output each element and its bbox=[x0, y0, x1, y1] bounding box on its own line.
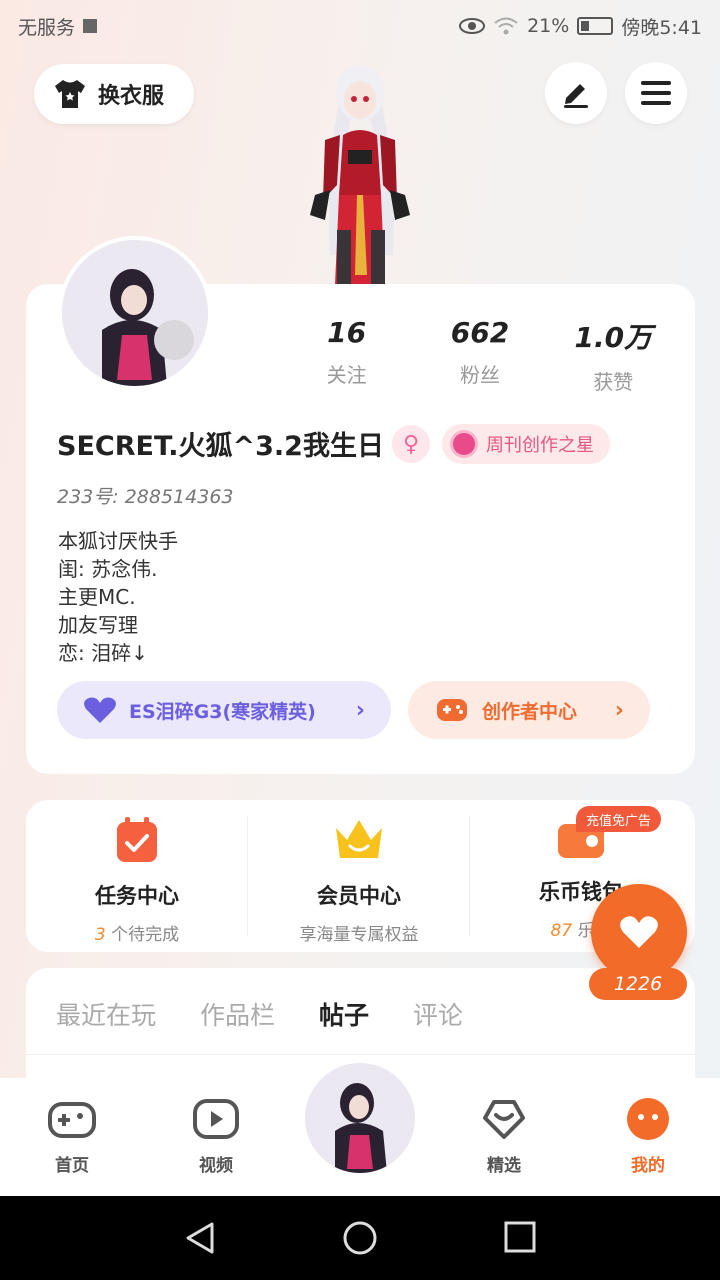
pencil-icon bbox=[564, 84, 588, 108]
tab-recent-play[interactable]: 最近在玩 bbox=[56, 996, 156, 1032]
nav-label: 首页 bbox=[55, 1156, 89, 1176]
stat-value: 662 bbox=[450, 316, 510, 349]
tshirt-icon bbox=[55, 80, 85, 108]
status-bar: 无服务 21% 傍晚5:41 bbox=[0, 0, 720, 52]
creator-label: 创作者中心 bbox=[482, 700, 578, 723]
feature-sub-text: 个待完成 bbox=[111, 925, 180, 945]
guild-label: ES泪碎G3(寒家精英) bbox=[129, 700, 316, 723]
stat-value: 16 bbox=[327, 316, 367, 349]
gender-female-icon: ♀ bbox=[392, 425, 430, 463]
tabs: 最近在玩 作品栏 帖子 评论 bbox=[56, 996, 463, 1032]
time-text: 傍晚5:41 bbox=[621, 16, 702, 39]
stat-label: 获赞 bbox=[593, 370, 634, 394]
avatar-image bbox=[62, 240, 208, 386]
stat-likes[interactable]: 1.0万 获赞 bbox=[547, 316, 680, 395]
bio-line: 加友写理 bbox=[58, 613, 138, 637]
floating-like-button[interactable] bbox=[591, 884, 687, 980]
bio-line: 闺: 苏念伟. bbox=[58, 557, 158, 581]
feature-sub-text: 享海量专属权益 bbox=[299, 925, 419, 945]
stat-label: 关注 bbox=[326, 363, 367, 387]
back-icon[interactable] bbox=[184, 1221, 216, 1255]
tab-posts[interactable]: 帖子 bbox=[319, 996, 369, 1032]
eye-icon bbox=[459, 18, 486, 34]
guild-button[interactable]: ES泪碎G3(寒家精英) › bbox=[57, 681, 391, 739]
coin-count: 87 bbox=[550, 921, 573, 941]
feature-sub: 3 个待完成 bbox=[26, 920, 248, 945]
avatar-image bbox=[305, 1063, 415, 1173]
feature-title: 任务中心 bbox=[95, 884, 179, 908]
gamepad-icon bbox=[437, 699, 467, 721]
tab-works[interactable]: 作品栏 bbox=[200, 996, 275, 1032]
creator-star-badge[interactable]: 周刊创作之星 bbox=[442, 424, 610, 464]
system-nav-bar bbox=[0, 1196, 720, 1280]
home-circle-icon[interactable] bbox=[342, 1220, 378, 1256]
nav-center-avatar-button[interactable] bbox=[300, 1058, 420, 1178]
stats-row: 16 关注 662 粉丝 1.0万 获赞 bbox=[280, 316, 680, 395]
crown-icon bbox=[336, 820, 382, 858]
like-count: 1226 bbox=[589, 968, 687, 1000]
character-model[interactable] bbox=[285, 55, 435, 285]
bio-line: 本狐讨厌快手 bbox=[58, 529, 178, 553]
nav-label: 精选 bbox=[487, 1156, 521, 1176]
battery-text: 21% bbox=[527, 15, 570, 37]
task-center[interactable]: 任务中心 3 个待完成 bbox=[26, 800, 248, 952]
stat-label: 粉丝 bbox=[459, 363, 500, 387]
change-clothes-button[interactable]: 换衣服 bbox=[34, 64, 194, 124]
avatar bbox=[305, 1063, 415, 1173]
feature-sub: 享海量专属权益 bbox=[248, 920, 470, 945]
pending-count: 3 bbox=[94, 925, 106, 945]
menu-button[interactable] bbox=[625, 62, 687, 124]
stat-followers[interactable]: 662 粉丝 bbox=[413, 316, 546, 395]
bio: 本狐讨厌快手 闺: 苏念伟. 主更MC. 加友写理 恋: 泪碎↓ bbox=[58, 527, 178, 667]
stat-following[interactable]: 16 关注 bbox=[280, 316, 413, 395]
feature-title: 会员中心 bbox=[317, 884, 401, 908]
change-clothes-label: 换衣服 bbox=[98, 84, 165, 109]
chevron-right-icon: › bbox=[355, 697, 365, 723]
nav-home[interactable]: 首页 bbox=[27, 1098, 117, 1176]
battery-icon bbox=[577, 17, 614, 35]
face-icon bbox=[627, 1098, 669, 1140]
bio-line: 恋: 泪碎↓ bbox=[58, 641, 148, 665]
menu-icon bbox=[641, 81, 671, 105]
nav-featured[interactable]: 精选 bbox=[459, 1098, 549, 1176]
badge-label: 周刊创作之星 bbox=[486, 435, 594, 456]
user-id: 233号: 288514363 bbox=[57, 486, 234, 508]
tab-comments[interactable]: 评论 bbox=[413, 996, 463, 1032]
bio-line: 主更MC. bbox=[58, 585, 136, 609]
username: SECRET.火狐^3.2我生日 bbox=[57, 431, 384, 462]
calendar-check-icon bbox=[117, 817, 157, 862]
gamepad-icon bbox=[48, 1102, 96, 1138]
edit-button[interactable] bbox=[545, 62, 607, 124]
nav-me[interactable]: 我的 bbox=[603, 1098, 693, 1176]
vip-center[interactable]: 会员中心 享海量专属权益 bbox=[248, 800, 470, 952]
nav-video[interactable]: 视频 bbox=[171, 1098, 261, 1176]
creator-center-button[interactable]: 创作者中心 › bbox=[408, 681, 650, 739]
badge-medal-icon bbox=[450, 430, 478, 458]
heart-badge-icon bbox=[483, 1100, 525, 1139]
nav-label: 视频 bbox=[199, 1156, 233, 1176]
chevron-right-icon: › bbox=[614, 697, 624, 723]
recents-square-icon[interactable] bbox=[504, 1221, 536, 1253]
wifi-icon bbox=[494, 17, 518, 35]
heart-icon bbox=[620, 916, 658, 948]
play-icon bbox=[193, 1099, 239, 1139]
carrier-text: 无服务 bbox=[18, 16, 76, 39]
promo-tag: 充值免广告 bbox=[576, 806, 662, 832]
avatar[interactable] bbox=[58, 236, 212, 390]
notification-icon bbox=[83, 19, 98, 33]
heart-icon bbox=[84, 697, 116, 723]
nav-label: 我的 bbox=[631, 1156, 665, 1176]
divider bbox=[26, 1054, 695, 1055]
stat-value: 1.0万 bbox=[574, 321, 653, 354]
